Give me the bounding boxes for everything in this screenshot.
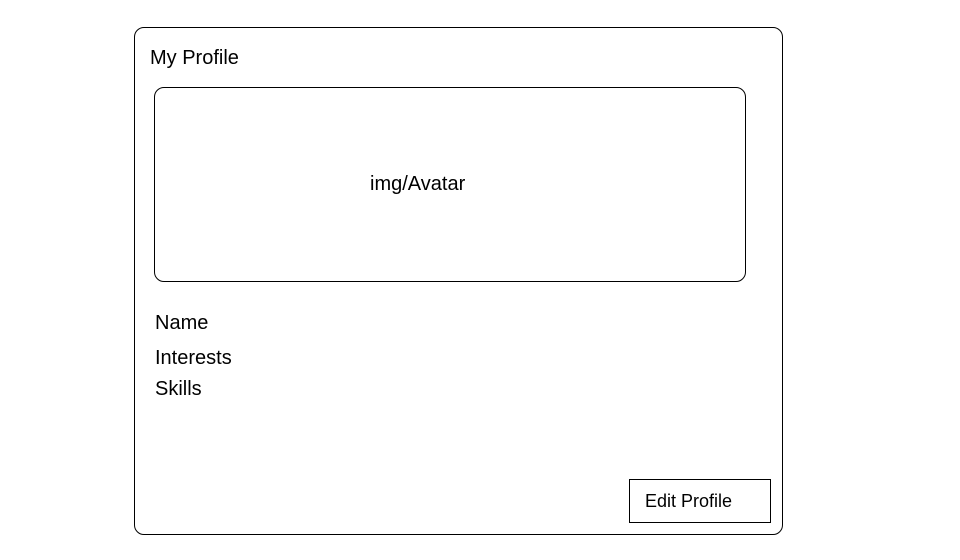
avatar: img/Avatar [154,87,746,282]
profile-card: My Profile img/Avatar Name Interests Ski… [134,27,783,535]
avatar-placeholder-label: img/Avatar [370,173,466,195]
profile-name-label: Name [155,312,209,334]
edit-profile-button[interactable]: Edit Profile [629,479,771,523]
page-title: My Profile [150,47,239,69]
profile-interests-label: Interests [155,347,232,369]
profile-skills-label: Skills [155,378,202,400]
